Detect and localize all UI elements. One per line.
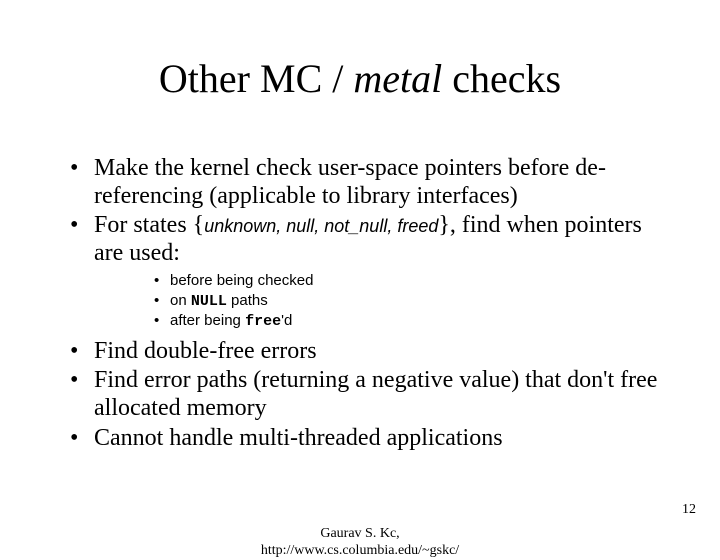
- code-null: NULL: [191, 293, 227, 310]
- bullet-text: Find error paths (returning a negative v…: [94, 367, 657, 421]
- slide: Other MC / metal checks Make the kernel …: [0, 0, 720, 540]
- title-pre: Other MC /: [159, 56, 353, 101]
- footer-center: Gaurav S. Kc, http://www.cs.columbia.edu…: [0, 526, 720, 560]
- bullet-item: Cannot handle multi-threaded application…: [70, 425, 670, 453]
- title-italic: metal: [353, 56, 442, 101]
- page-number: 12: [682, 502, 696, 518]
- bullet-item: For states {unknown, null, not_null, fre…: [70, 212, 670, 332]
- bullet-list: Make the kernel check user-space pointer…: [70, 155, 670, 452]
- slide-body: Make the kernel check user-space pointer…: [70, 155, 670, 454]
- sub-bullet-list: before being checked on NULL paths after…: [94, 271, 670, 332]
- slide-title: Other MC / metal checks: [0, 55, 720, 102]
- bullet-text: Find double-free errors: [94, 338, 317, 364]
- title-post: checks: [442, 56, 561, 101]
- footer-author: Gaurav S. Kc,: [320, 526, 399, 541]
- sub-bullet-item: on NULL paths: [154, 291, 670, 312]
- sub-text-post: 'd: [281, 312, 292, 329]
- bullet-text: Make the kernel check user-space pointer…: [94, 155, 606, 209]
- sub-bullet-text: before being checked: [170, 272, 313, 289]
- bullet-text-pre: For states {: [94, 212, 204, 238]
- sub-text-pre: on: [170, 292, 191, 309]
- sub-bullet-item: after being free'd: [154, 311, 670, 332]
- bullet-item: Find error paths (returning a negative v…: [70, 367, 670, 422]
- sub-text-post: paths: [227, 292, 268, 309]
- sub-text-pre: after being: [170, 312, 245, 329]
- sub-bullet-item: before being checked: [154, 271, 670, 291]
- footer-url: http://www.cs.columbia.edu/~gskc/: [261, 543, 459, 558]
- code-free: free: [245, 313, 281, 330]
- bullet-text: Cannot handle multi-threaded application…: [94, 425, 503, 451]
- bullet-item: Find double-free errors: [70, 338, 670, 366]
- states-list: unknown, null, not_null, freed: [204, 216, 438, 236]
- bullet-item: Make the kernel check user-space pointer…: [70, 155, 670, 210]
